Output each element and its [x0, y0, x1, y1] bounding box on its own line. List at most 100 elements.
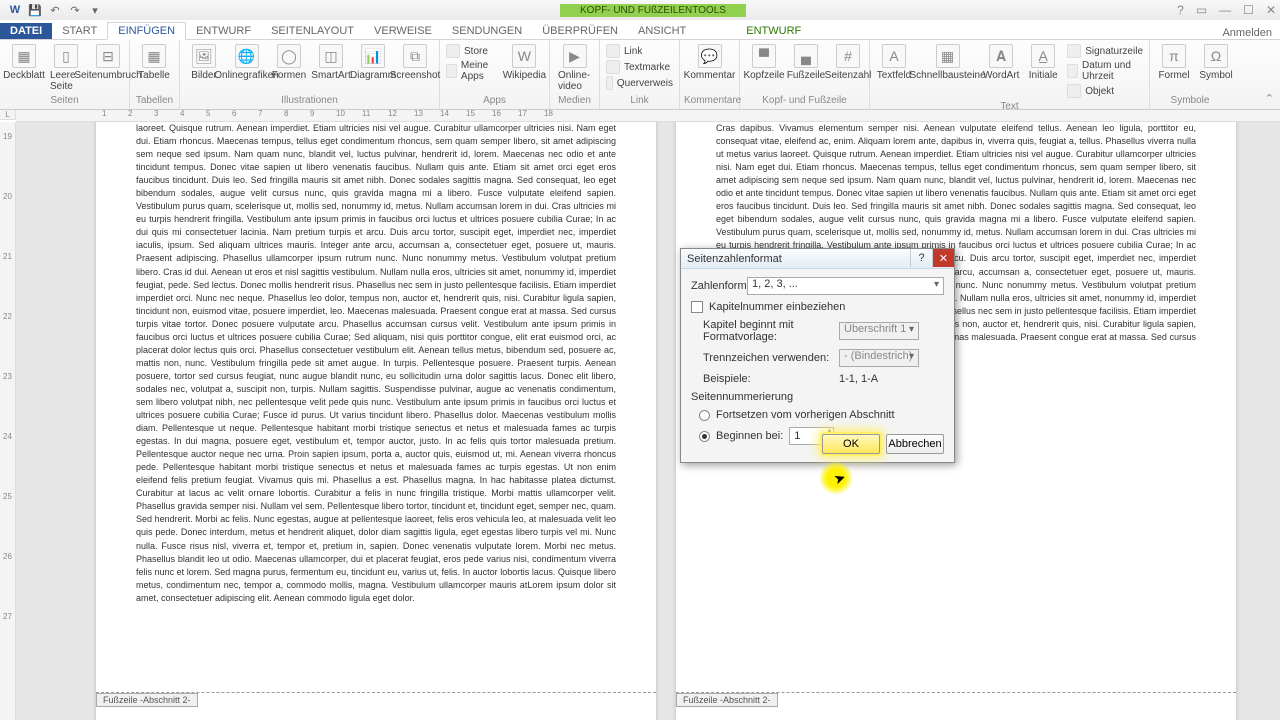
- comment-button[interactable]: 💬Kommentar: [684, 42, 735, 83]
- save-icon[interactable]: 💾: [28, 3, 42, 17]
- group-apps-label: Apps: [444, 94, 545, 107]
- numformat-select[interactable]: 1, 2, 3, ...: [747, 277, 944, 295]
- help-icon[interactable]: ?: [1177, 3, 1184, 17]
- crossref-button[interactable]: Querverweis: [606, 76, 673, 90]
- group-pages-label: Seiten: [4, 94, 125, 107]
- document-area[interactable]: laoreet. Quisque rutrum. Aenean imperdie…: [16, 122, 1280, 720]
- link-button[interactable]: Link: [606, 44, 673, 58]
- example-label: Beispiele:: [703, 373, 833, 385]
- separator-select: - (Bindestrich): [839, 349, 919, 367]
- tab-mailings[interactable]: SENDUNGEN: [442, 23, 532, 39]
- online-pictures-button[interactable]: 🌐Onlinegrafiken: [226, 42, 267, 83]
- undo-icon[interactable]: ↶: [48, 3, 62, 17]
- pagenum-button[interactable]: #Seitenzahl: [828, 42, 868, 83]
- page-1-body[interactable]: laoreet. Quisque rutrum. Aenean imperdie…: [96, 122, 656, 662]
- tab-view[interactable]: ANSICHT: [628, 23, 696, 39]
- page-1[interactable]: laoreet. Quisque rutrum. Aenean imperdie…: [96, 122, 656, 720]
- ribbon-options-icon[interactable]: ▭: [1196, 3, 1207, 17]
- datetime-icon: [1067, 64, 1078, 78]
- dialog-help-icon[interactable]: ?: [910, 249, 932, 267]
- tab-insert[interactable]: EINFÜGEN: [107, 22, 186, 40]
- group-tables-label: Tabellen: [134, 94, 175, 107]
- wikipedia-button[interactable]: WWikipedia: [504, 42, 545, 83]
- object-button[interactable]: Objekt: [1067, 84, 1143, 98]
- group-links-label: Link: [604, 94, 675, 107]
- footer-tab-2: Fußzeile -Abschnitt 2-: [676, 693, 778, 707]
- quick-access-toolbar: W 💾 ↶ ↷ ▾: [0, 3, 110, 17]
- begin-at-radio[interactable]: [699, 431, 710, 442]
- page-break-button[interactable]: ⊟Seitenumbruch: [88, 42, 128, 83]
- ok-button[interactable]: OK: [822, 434, 880, 454]
- page-number-format-dialog: Seitenzahlenformat ? ✕ Zahlenformat: 1, …: [680, 248, 955, 463]
- smartart-button[interactable]: ◫SmartArt: [311, 42, 351, 83]
- redo-icon[interactable]: ↷: [68, 3, 82, 17]
- cancel-button[interactable]: Abbrechen: [886, 434, 944, 454]
- tab-review[interactable]: ÜBERPRÜFEN: [532, 23, 628, 39]
- link-icon: [606, 44, 620, 58]
- pagenum-section-label: Seitennummerierung: [691, 391, 944, 403]
- bookmark-button[interactable]: Textmarke: [606, 60, 673, 74]
- close-icon[interactable]: ✕: [1266, 3, 1276, 17]
- tab-layout[interactable]: SEITENLAYOUT: [261, 23, 364, 39]
- title-bar: W 💾 ↶ ↷ ▾ Dokument2 - Word KOPF- UND FUß…: [0, 0, 1280, 20]
- include-chapter-checkbox[interactable]: [691, 301, 703, 313]
- blank-page-button[interactable]: ▯Leere Seite: [46, 42, 86, 94]
- group-illustrations-label: Illustrationen: [184, 94, 435, 107]
- tab-start[interactable]: START: [52, 23, 107, 39]
- dropcap-button[interactable]: A̲Initiale: [1023, 42, 1063, 83]
- signature-icon: [1067, 44, 1081, 58]
- dialog-title-bar[interactable]: Seitenzahlenformat ? ✕: [681, 249, 954, 269]
- quickparts-button[interactable]: ▦Schnellbausteine: [916, 42, 979, 83]
- tab-context-design[interactable]: ENTWURF: [736, 23, 811, 39]
- tab-file[interactable]: DATEI: [0, 23, 52, 39]
- group-comments-label: Kommentare: [684, 94, 735, 107]
- footer-zone-2[interactable]: Fußzeile -Abschnitt 2-: [676, 692, 1236, 720]
- collapse-ribbon-icon[interactable]: ⌃: [1265, 92, 1274, 105]
- chapter-style-select: Überschrift 1: [839, 322, 919, 340]
- wordart-button[interactable]: 𝐀WordArt: [981, 42, 1021, 83]
- chapter-style-label: Kapitel beginnt mit Formatvorlage:: [703, 319, 833, 343]
- continue-label: Fortsetzen vom vorherigen Abschnitt: [716, 409, 895, 421]
- store-icon: [446, 44, 460, 58]
- datetime-button[interactable]: Datum und Uhrzeit: [1067, 60, 1143, 82]
- object-icon: [1067, 84, 1081, 98]
- group-headerfooter-label: Kopf- und Fußzeile: [744, 94, 865, 107]
- horizontal-ruler[interactable]: 123456789101112131415161718: [16, 110, 1280, 122]
- chart-button[interactable]: 📊Diagramm: [353, 42, 393, 83]
- tab-references[interactable]: VERWEISE: [364, 23, 442, 39]
- bookmark-icon: [606, 60, 620, 74]
- dialog-close-icon[interactable]: ✕: [932, 249, 954, 267]
- tab-design[interactable]: ENTWURF: [186, 23, 261, 39]
- ribbon-tabs: DATEI START EINFÜGEN ENTWURF SEITENLAYOU…: [0, 20, 1280, 40]
- dialog-title: Seitenzahlenformat: [687, 253, 782, 265]
- store-button[interactable]: Store: [446, 44, 500, 58]
- signature-button[interactable]: Signaturzeile: [1067, 44, 1143, 58]
- example-value: 1-1, 1-A: [839, 373, 878, 385]
- footer-zone-1[interactable]: Fußzeile -Abschnitt 2-: [96, 692, 656, 720]
- screenshot-button[interactable]: ⧉Screenshot: [395, 42, 435, 83]
- myapps-button[interactable]: Meine Apps: [446, 60, 500, 82]
- ribbon: ▦Deckblatt ▯Leere Seite ⊟Seitenumbruch S…: [0, 40, 1280, 110]
- numformat-label: Zahlenformat:: [691, 280, 741, 292]
- table-button[interactable]: ▦Tabelle: [134, 42, 174, 83]
- begin-at-label: Beginnen bei:: [716, 430, 783, 442]
- separator-label: Trennzeichen verwenden:: [703, 352, 833, 364]
- ruler-corner: L: [0, 110, 16, 120]
- minimize-icon[interactable]: —: [1219, 3, 1231, 17]
- word-icon[interactable]: W: [8, 3, 22, 17]
- footer-button[interactable]: ▄Fußzeile: [786, 42, 826, 83]
- shapes-button[interactable]: ◯Formen: [269, 42, 309, 83]
- context-tab-label: KOPF- UND FUßZEILENTOOLS: [560, 4, 746, 17]
- continue-radio[interactable]: [699, 410, 710, 421]
- online-video-button[interactable]: ▶Online-video: [554, 42, 595, 94]
- formula-button[interactable]: πFormel: [1154, 42, 1194, 83]
- vertical-ruler[interactable]: 192021222324252627: [0, 122, 16, 720]
- symbol-button[interactable]: ΩSymbol: [1196, 42, 1236, 83]
- qa-dropdown-icon[interactable]: ▾: [88, 3, 102, 17]
- signin-link[interactable]: Anmelden: [1222, 27, 1272, 39]
- crossref-icon: [606, 76, 613, 90]
- maximize-icon[interactable]: ☐: [1243, 3, 1254, 17]
- header-button[interactable]: ▀Kopfzeile: [744, 42, 784, 83]
- cover-page-button[interactable]: ▦Deckblatt: [4, 42, 44, 83]
- textbox-button[interactable]: ATextfeld: [874, 42, 914, 83]
